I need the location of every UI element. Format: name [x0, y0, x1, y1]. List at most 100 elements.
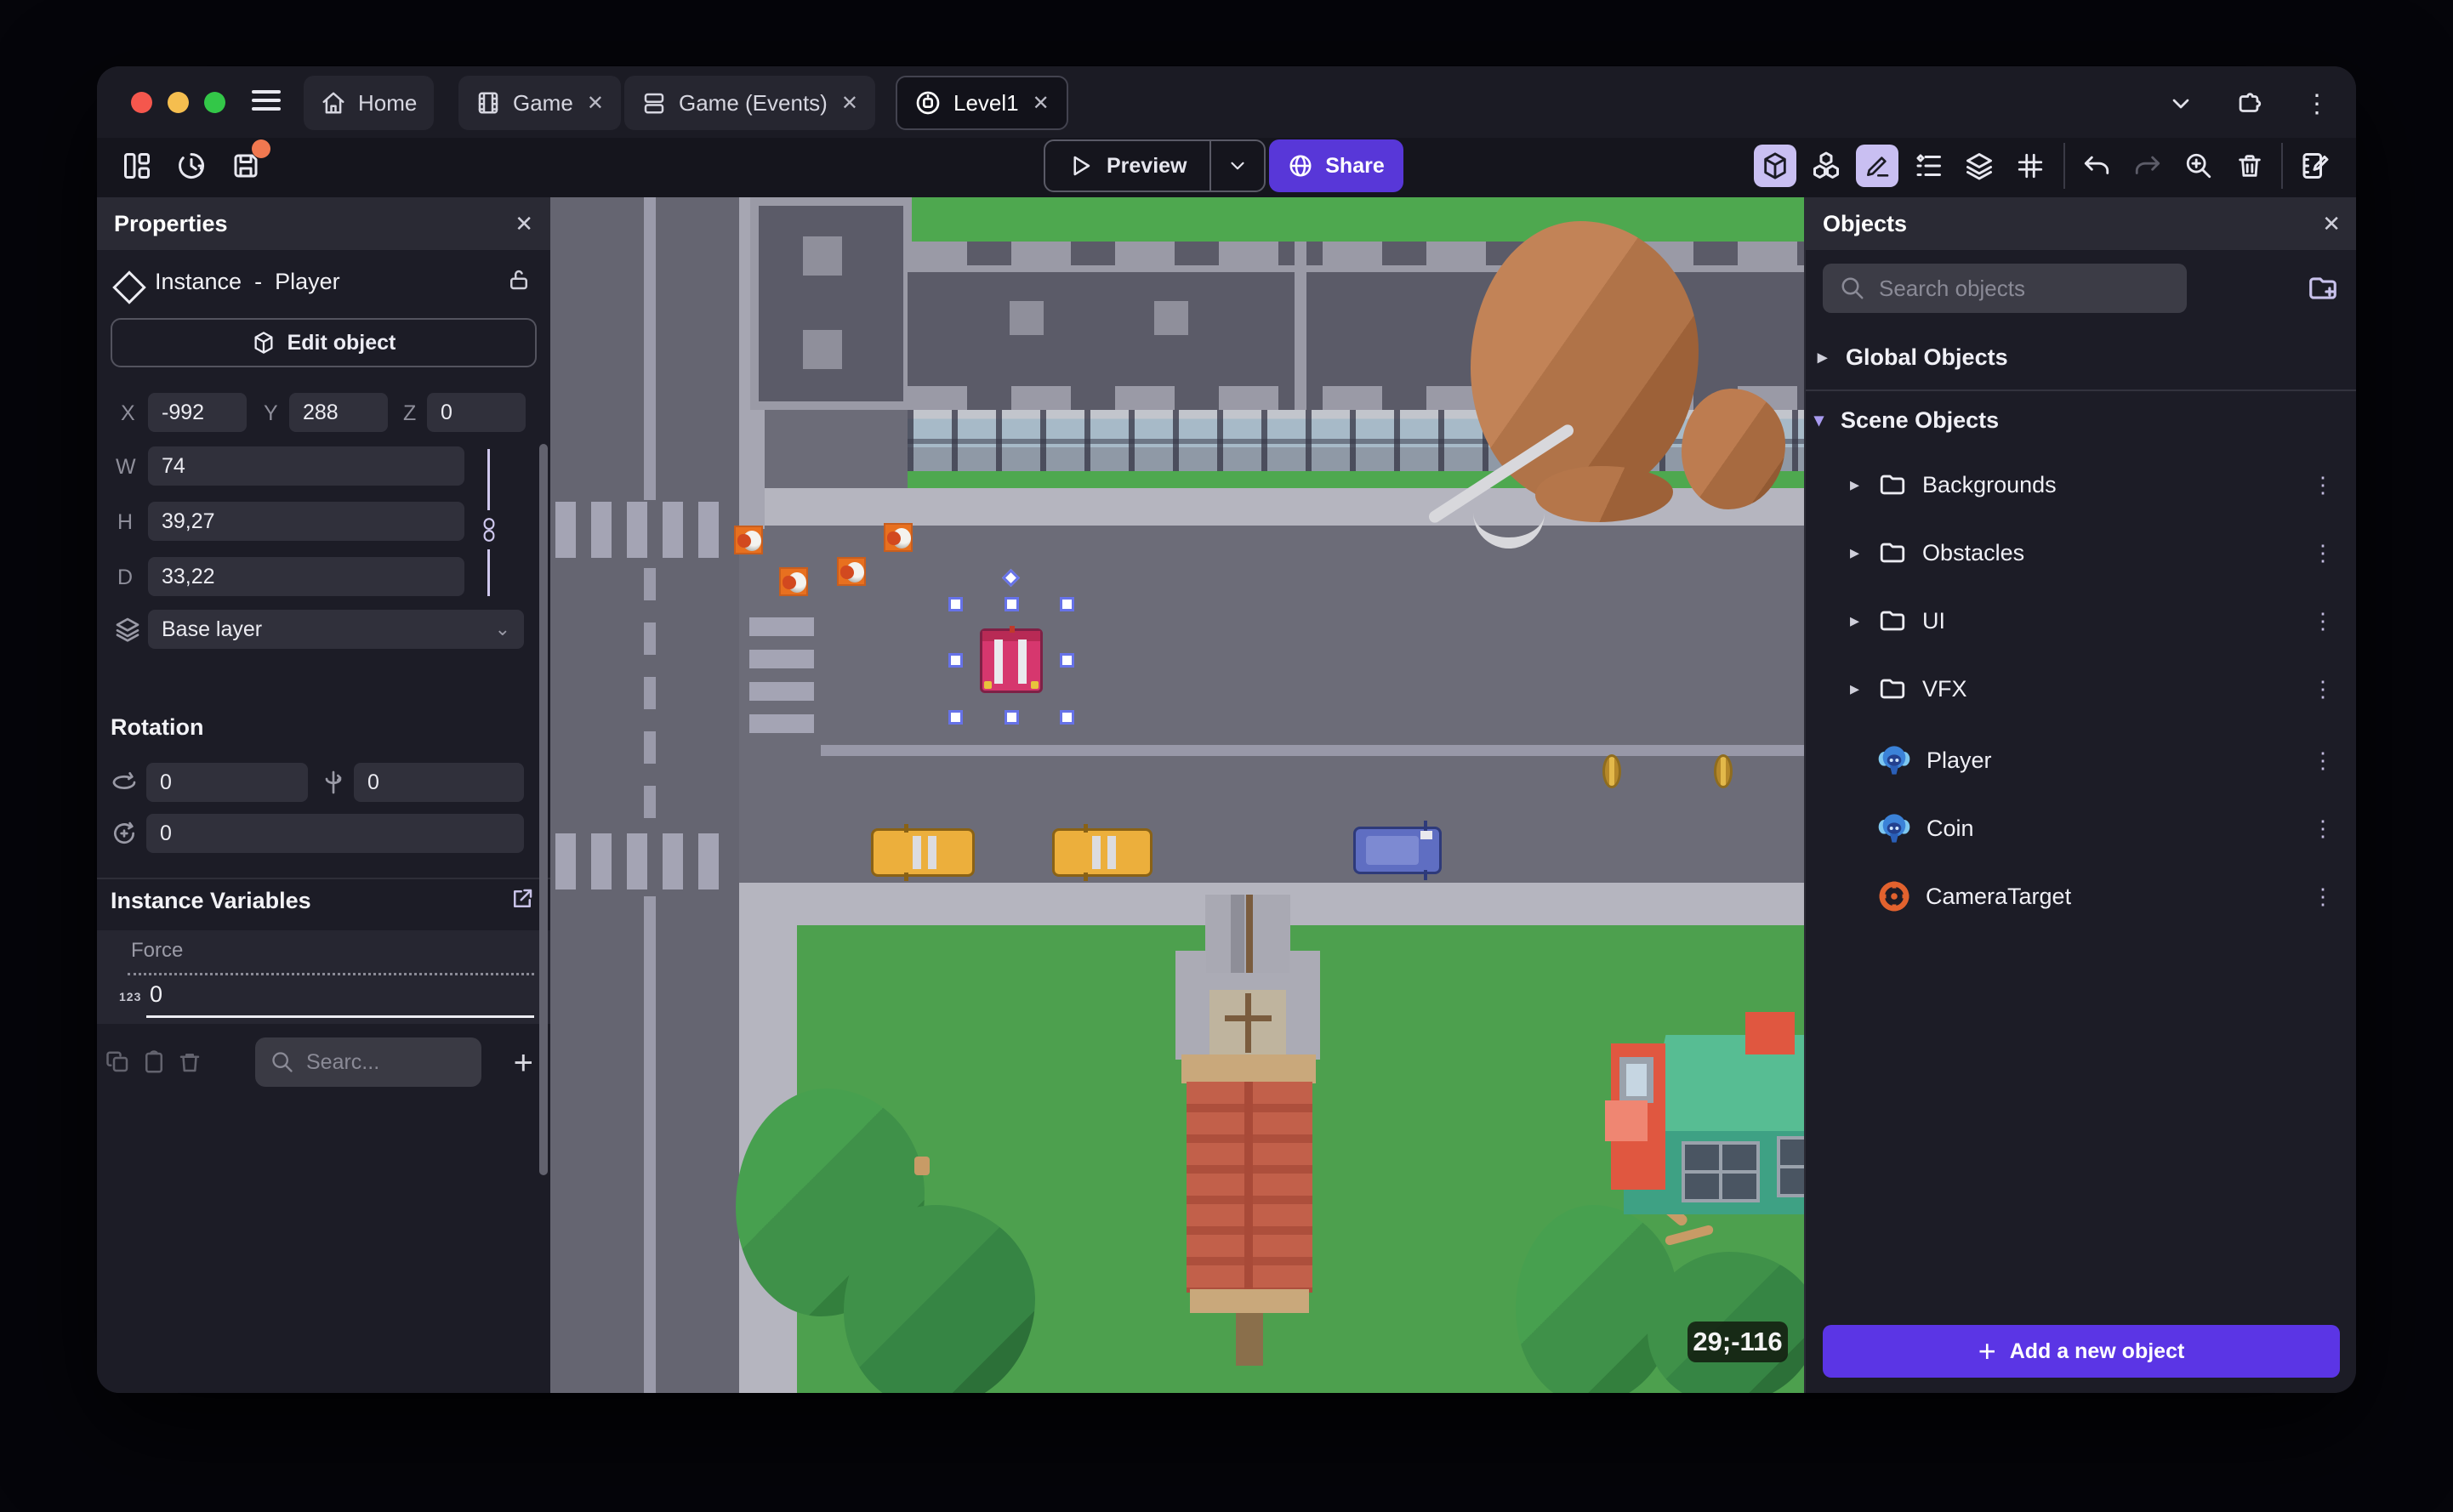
rotation-handle[interactable] — [1001, 568, 1021, 588]
z-field[interactable]: 0 — [427, 393, 526, 432]
tab-home[interactable]: Home — [304, 76, 435, 130]
rotation-x-field[interactable]: 0 — [146, 763, 308, 802]
objects-search-input[interactable]: Search objects — [1823, 264, 2187, 313]
undo-icon[interactable] — [2075, 145, 2118, 187]
add-variable-icon[interactable]: + — [514, 1044, 533, 1083]
preview-options-button[interactable] — [1211, 141, 1264, 190]
row-menu-icon[interactable]: ⋮ — [2312, 610, 2334, 632]
crate-instance[interactable] — [779, 567, 808, 596]
object-row-coin[interactable]: Coin ⋮ — [1806, 794, 2356, 862]
view-3d-icon[interactable] — [1754, 145, 1796, 187]
selection-handle[interactable] — [948, 653, 963, 668]
row-menu-icon[interactable]: ⋮ — [2312, 749, 2334, 771]
save-icon[interactable] — [225, 139, 270, 187]
object-folder-row[interactable]: ▸ Obstacles ⋮ — [1806, 519, 2356, 587]
x-field[interactable]: -992 — [148, 393, 247, 432]
yellow-car-instance[interactable] — [871, 824, 975, 881]
y-field[interactable]: 288 — [289, 393, 388, 432]
object-folder-row[interactable]: ▸ VFX ⋮ — [1806, 655, 2356, 723]
tab-close-icon[interactable]: ✕ — [841, 91, 858, 116]
extensions-icon[interactable] — [2230, 85, 2268, 122]
rotation-z-field[interactable]: 0 — [146, 814, 524, 853]
selection-handle[interactable] — [1060, 710, 1074, 725]
tab-game-events[interactable]: Game (Events) ✕ — [624, 76, 875, 130]
tab-game[interactable]: Game ✕ — [458, 76, 621, 130]
panel-scrollbar[interactable] — [539, 444, 548, 1175]
layers-icon[interactable] — [1958, 145, 2001, 187]
coin-instance[interactable] — [1602, 754, 1621, 788]
d-field[interactable]: 33,22 — [148, 557, 464, 596]
tab-level1[interactable]: Level1 ✕ — [896, 76, 1068, 130]
house-step — [1605, 1100, 1648, 1141]
main-menu-icon[interactable] — [252, 85, 281, 116]
more-menu-icon[interactable]: ⋮ — [2298, 85, 2336, 122]
traffic-light-minimize[interactable] — [168, 92, 189, 113]
close-icon[interactable]: ✕ — [515, 211, 533, 237]
add-new-object-button[interactable]: + Add a new object — [1823, 1325, 2340, 1378]
toolbar-divider — [2281, 143, 2283, 189]
copy-variable-icon[interactable] — [105, 1049, 131, 1079]
tab-close-icon[interactable]: ✕ — [587, 91, 604, 116]
global-objects-group[interactable]: ▸ Global Objects — [1806, 337, 2356, 378]
edit-tool-icon[interactable] — [1856, 145, 1898, 187]
crate-instance[interactable] — [734, 526, 763, 554]
open-variables-icon[interactable] — [509, 886, 535, 916]
selection-handle[interactable] — [1060, 597, 1074, 611]
row-menu-icon[interactable]: ⋮ — [2312, 885, 2334, 907]
tab-close-icon[interactable]: ✕ — [1033, 91, 1050, 116]
layer-select[interactable]: Base layer ⌄ — [148, 610, 524, 649]
row-menu-icon[interactable]: ⋮ — [2312, 678, 2334, 700]
tree-instance[interactable] — [844, 1205, 1035, 1393]
unlock-icon[interactable] — [506, 267, 532, 297]
house-red-block — [1745, 1012, 1795, 1054]
history-icon[interactable] — [170, 145, 213, 187]
share-label: Share — [1325, 153, 1385, 178]
row-menu-icon[interactable]: ⋮ — [2312, 474, 2334, 496]
objects-tool-icon[interactable] — [1805, 145, 1847, 187]
selection-handle[interactable] — [1060, 653, 1074, 668]
rotation-y-field[interactable]: 0 — [354, 763, 524, 802]
object-row-player[interactable]: Player ⋮ — [1806, 726, 2356, 794]
crate-instance[interactable] — [884, 523, 913, 552]
blue-car-instance[interactable] — [1353, 821, 1442, 880]
row-menu-icon[interactable]: ⋮ — [2312, 817, 2334, 839]
tree-instance[interactable] — [1516, 1205, 1677, 1393]
row-menu-icon[interactable]: ⋮ — [2312, 542, 2334, 564]
h-field[interactable]: 39,27 — [148, 502, 464, 541]
zoom-in-icon[interactable] — [2177, 145, 2220, 187]
crate-instance[interactable] — [837, 557, 866, 586]
selection-handle[interactable] — [1005, 597, 1019, 611]
close-icon[interactable]: ✕ — [2322, 211, 2341, 237]
delete-icon[interactable] — [2228, 145, 2271, 187]
delete-variable-icon[interactable] — [177, 1049, 202, 1079]
object-row-cameratarget[interactable]: CameraTarget ⋮ — [1806, 862, 2356, 930]
traffic-light-zoom[interactable] — [204, 92, 225, 113]
instances-list-icon[interactable] — [1907, 145, 1949, 187]
selection-handle[interactable] — [948, 597, 963, 611]
panels-layout-icon[interactable] — [116, 145, 158, 187]
size-link-icon[interactable] — [478, 517, 500, 547]
share-button[interactable]: Share — [1269, 139, 1403, 192]
selection-handle[interactable] — [948, 710, 963, 725]
scene-canvas[interactable]: 29;-116 — [550, 197, 1804, 1393]
tower-brick-body[interactable] — [1187, 1082, 1312, 1293]
preview-button[interactable]: Preview — [1045, 141, 1209, 190]
edit-object-button[interactable]: Edit object — [111, 318, 537, 367]
paste-variable-icon[interactable] — [141, 1049, 167, 1079]
add-folder-icon[interactable] — [2307, 272, 2339, 309]
yellow-car-instance[interactable] — [1052, 824, 1153, 881]
w-field[interactable]: 74 — [148, 446, 464, 486]
grid-icon[interactable] — [2009, 145, 2052, 187]
variable-row[interactable]: Force 123 0 — [97, 930, 550, 1024]
player-car-instance[interactable] — [980, 626, 1043, 693]
traffic-light-close[interactable] — [131, 92, 152, 113]
edit-scene-properties-icon[interactable] — [2293, 145, 2336, 187]
scene-objects-group[interactable]: ▾ Scene Objects — [1806, 400, 2356, 441]
variables-search-input[interactable]: Searc... — [255, 1037, 481, 1087]
coin-instance[interactable] — [1714, 754, 1733, 788]
object-folder-row[interactable]: ▸ Backgrounds ⋮ — [1806, 451, 2356, 519]
redo-icon[interactable] — [2126, 145, 2169, 187]
window-chevron-icon[interactable] — [2162, 85, 2200, 122]
selection-handle[interactable] — [1005, 710, 1019, 725]
object-folder-row[interactable]: ▸ UI ⋮ — [1806, 587, 2356, 655]
